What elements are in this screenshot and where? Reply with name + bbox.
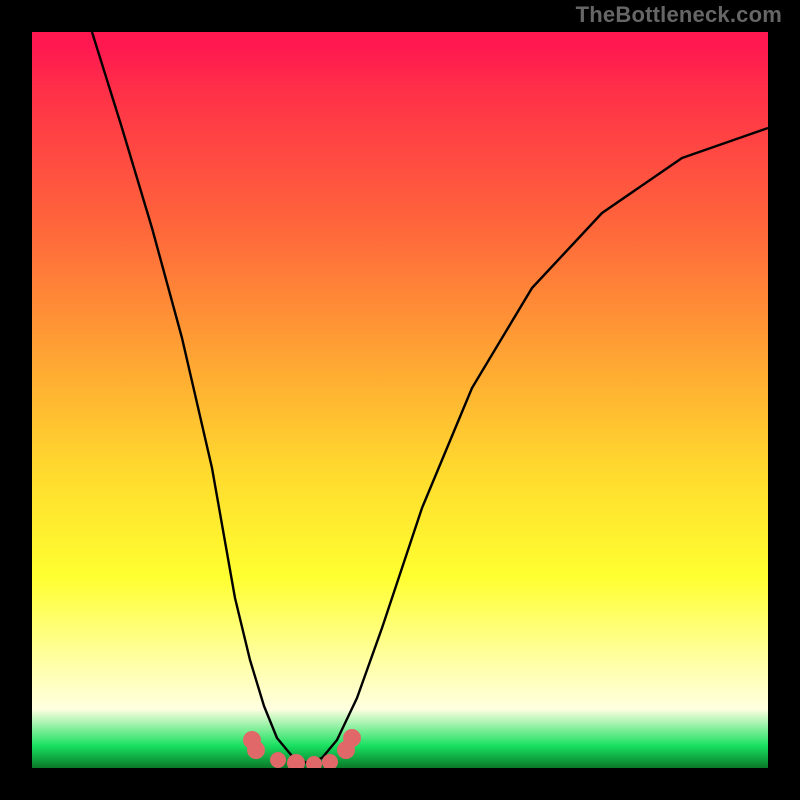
- curve-marker: [270, 752, 286, 768]
- curve-marker: [343, 729, 361, 747]
- bottleneck-curve: [92, 32, 768, 763]
- plot-area: [32, 32, 768, 768]
- curve-svg: [32, 32, 768, 768]
- curve-marker: [287, 754, 305, 768]
- chart-frame: TheBottleneck.com: [0, 0, 800, 800]
- markers-group: [243, 729, 361, 768]
- curve-marker: [247, 741, 265, 759]
- watermark-text: TheBottleneck.com: [576, 2, 782, 28]
